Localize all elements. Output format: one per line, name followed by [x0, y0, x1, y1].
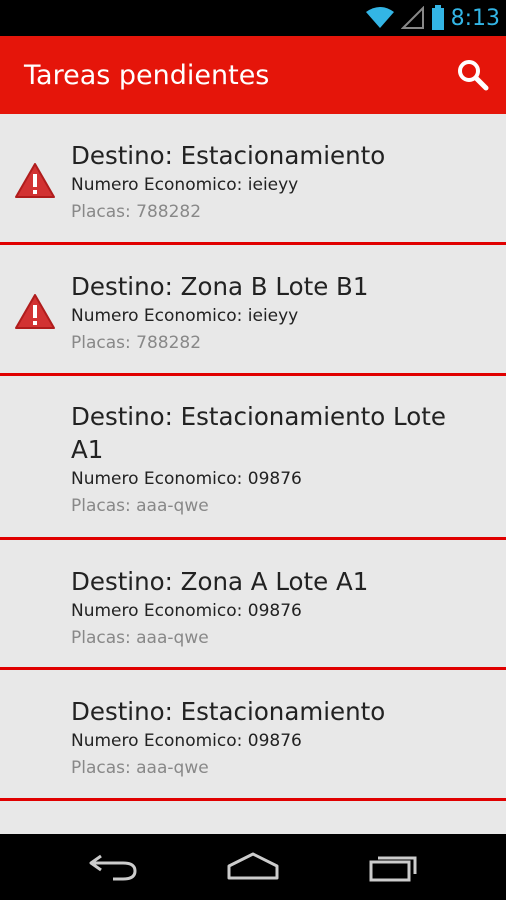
task-numero: Numero Economico: ieieyy: [71, 175, 299, 195]
task-destino: Destino: Estacionamiento: [71, 141, 386, 170]
search-icon[interactable]: [456, 58, 490, 92]
task-placas: Placas: aaa-qwe: [71, 496, 209, 516]
task-destino: Destino: Estacionamiento: [71, 697, 386, 726]
list-item[interactable]: Destino: Zona A Lote A1 Numero Economico…: [0, 540, 506, 670]
task-numero: Numero Economico: 09876: [71, 469, 302, 489]
task-placas: Placas: 788282: [71, 202, 202, 222]
action-bar: Tareas pendientes: [0, 36, 506, 114]
page-title: Tareas pendientes: [24, 60, 270, 91]
task-text: Destino: Zona B Lote B1 Numero Economico…: [71, 270, 486, 357]
signal-icon: [400, 6, 424, 29]
task-destino: Destino: Zona B Lote B1: [71, 272, 369, 301]
list-item[interactable]: Destino: Estacionamiento Lote A1 Numero …: [0, 376, 506, 540]
home-icon[interactable]: [223, 846, 283, 886]
recent-apps-icon[interactable]: [365, 846, 425, 886]
list-item[interactable]: Destino: Zona B Lote B1 Numero Economico…: [0, 245, 506, 376]
task-destino: Destino: Estacionamiento Lote A1: [71, 402, 446, 464]
task-placas: Placas: aaa-qwe: [71, 758, 209, 778]
task-numero: Numero Economico: 09876: [71, 601, 302, 621]
wifi-icon: [365, 7, 394, 28]
status-time: 8:13: [450, 5, 500, 31]
task-numero: Numero Economico: ieieyy: [71, 306, 299, 326]
task-destino: Destino: Zona A Lote A1: [71, 567, 369, 596]
task-list: Destino: Estacionamiento Numero Economic…: [0, 114, 506, 834]
warning-icon: [15, 163, 55, 198]
task-text: Destino: Zona A Lote A1 Numero Economico…: [71, 565, 486, 652]
task-text: Destino: Estacionamiento Numero Economic…: [71, 139, 486, 226]
task-numero: Numero Economico: 09876: [71, 731, 302, 751]
navigation-bar: [0, 834, 506, 900]
back-icon[interactable]: [83, 846, 143, 886]
task-text: Destino: Estacionamiento Numero Economic…: [71, 695, 486, 782]
list-item[interactable]: Destino: Estacionamiento Numero Economic…: [0, 114, 506, 245]
battery-icon: [431, 5, 444, 30]
task-text: Destino: Estacionamiento Lote A1 Numero …: [71, 400, 486, 520]
warning-icon: [15, 294, 55, 329]
status-bar: 8:13: [0, 0, 506, 36]
task-placas: Placas: aaa-qwe: [71, 628, 209, 648]
task-placas: Placas: 788282: [71, 333, 202, 353]
status-icons: 8:13: [365, 0, 500, 36]
list-item[interactable]: Destino: Estacionamiento Numero Economic…: [0, 670, 506, 801]
